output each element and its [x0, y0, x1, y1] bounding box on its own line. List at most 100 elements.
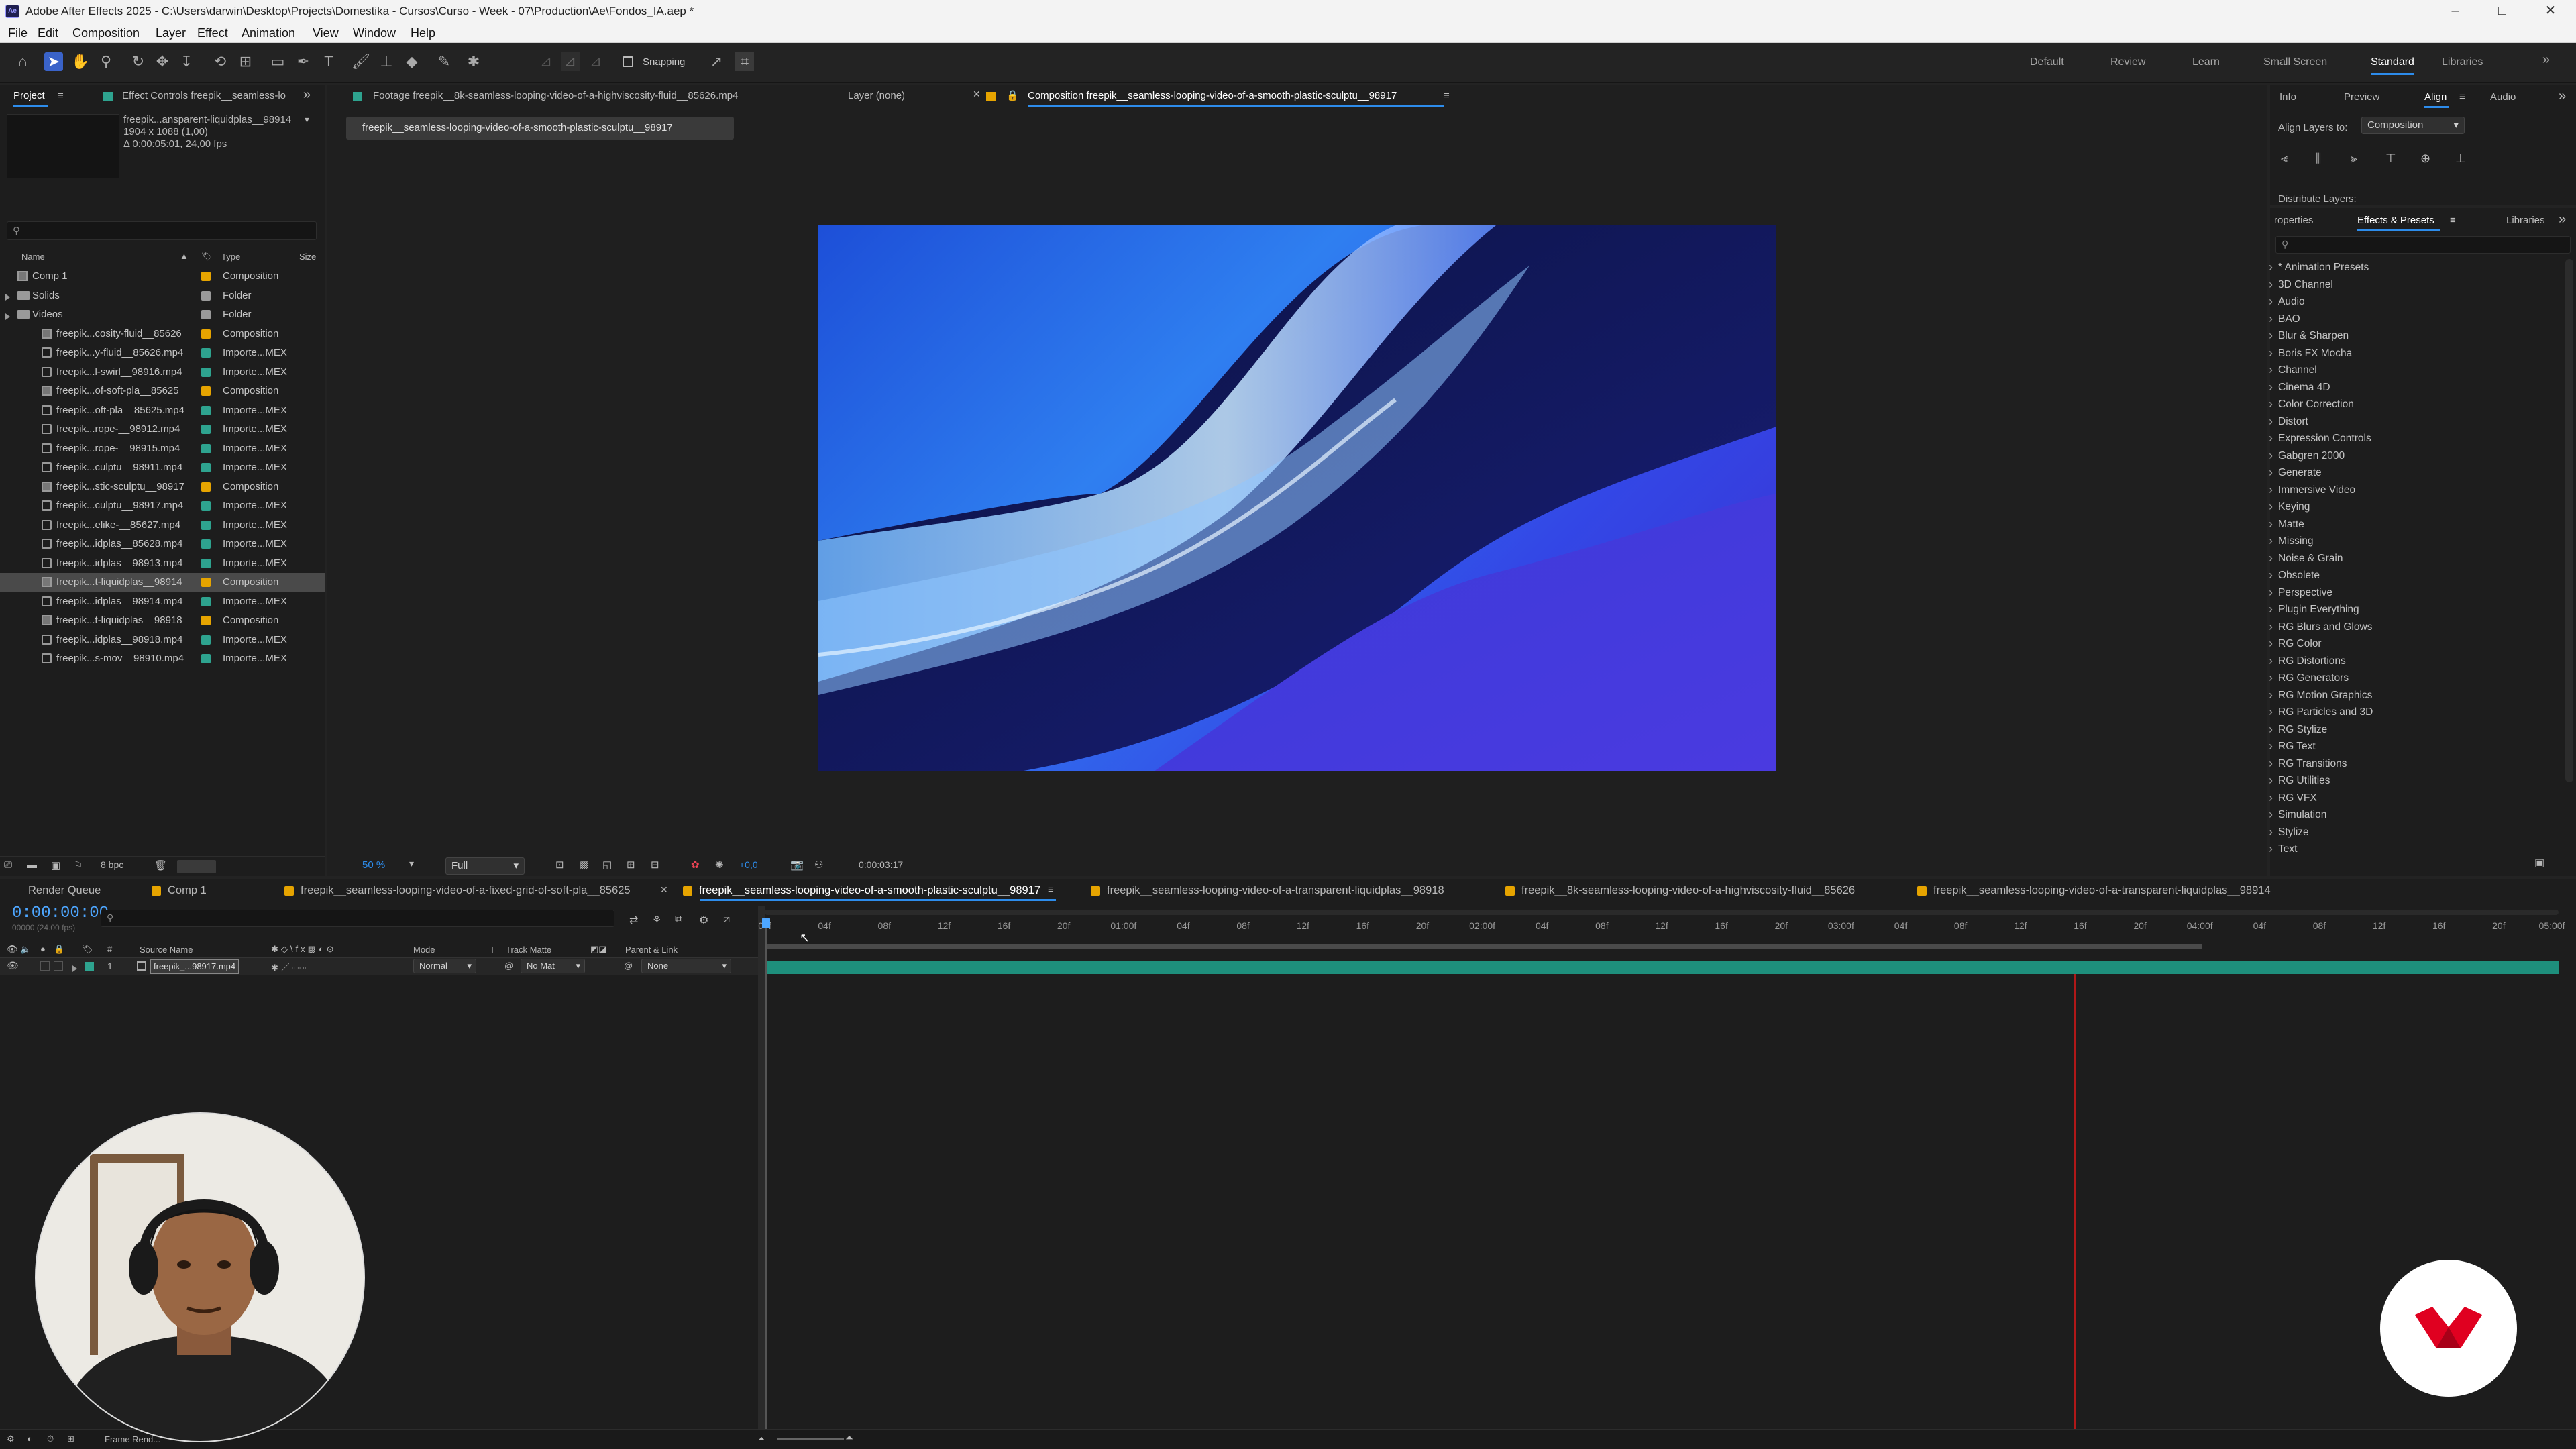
column-type[interactable]: Type	[221, 252, 240, 262]
align-bottom-icon[interactable]: ⊥	[2455, 152, 2466, 166]
effect-category-item[interactable]: Obsolete	[2269, 568, 2320, 582]
exposure-value[interactable]: +0,0	[739, 859, 758, 870]
thumbnail-transparency-toggle[interactable]	[177, 860, 216, 873]
effect-category-item[interactable]: Generate	[2269, 466, 2322, 480]
panel-overflow-icon[interactable]: »	[303, 87, 311, 103]
effect-category-item[interactable]: RG Stylize	[2269, 722, 2327, 737]
track-matte-dropdown[interactable]: No Mat ▾	[521, 959, 585, 973]
project-item[interactable]: freepik...y-fluid__85626.mp4 Importe...ME…	[0, 343, 325, 362]
effect-category-item[interactable]: BAO	[2269, 312, 2300, 326]
workspace-standard[interactable]: Standard	[2371, 56, 2414, 75]
effects-scrollbar[interactable]	[2565, 259, 2573, 782]
label-color-swatch[interactable]	[201, 272, 211, 281]
project-item[interactable]: freepik...s-mov__98910.mp4 Importe...MEX	[0, 649, 325, 668]
tab-properties[interactable]: roperties	[2274, 215, 2313, 226]
label-color-swatch[interactable]	[201, 348, 211, 358]
effect-category-item[interactable]: RG Transitions	[2269, 757, 2347, 771]
label-color-swatch[interactable]	[201, 310, 211, 319]
project-item[interactable]: freepik...idplas__98914.mp4 Importe...MEX	[0, 592, 325, 611]
graph-editor-icon[interactable]: ⧄	[723, 914, 730, 926]
video-switch-icon[interactable]: 👁	[7, 944, 18, 955]
panel-menu-icon[interactable]: ≡	[58, 90, 64, 101]
menu-animation[interactable]: Animation	[241, 26, 295, 40]
lock-checkbox[interactable]	[54, 961, 63, 971]
new-folder-icon[interactable]: ▬	[27, 859, 37, 871]
color-channels-icon[interactable]: ✿	[691, 859, 700, 871]
timeline-search-input[interactable]: ⚲	[101, 910, 614, 927]
label-color-swatch[interactable]	[201, 290, 211, 301]
eye-icon[interactable]: 👁	[7, 960, 19, 971]
effect-category-item[interactable]: Stylize	[2269, 825, 2309, 839]
effect-category-item[interactable]: Keying	[2269, 500, 2310, 514]
timeline-tab[interactable]: freepik__seamless-looping-video-of-a-fix…	[284, 884, 631, 897]
project-item[interactable]: freepik...idplas__98913.mp4 Importe...MEX	[0, 554, 325, 573]
show-snapshot-icon[interactable]: ⚇	[814, 859, 823, 871]
project-item[interactable]: Videos Folder	[0, 305, 325, 324]
close-tab-icon[interactable]: ✕	[973, 89, 981, 100]
current-time-display[interactable]: 0:00:00:00	[12, 904, 109, 922]
tab-effects-presets[interactable]: Effects & Presets	[2357, 215, 2434, 226]
workspace-default[interactable]: Default	[2030, 56, 2064, 68]
workspace-small-screen[interactable]: Small Screen	[2263, 56, 2327, 68]
chevron-down-icon[interactable]: ▾	[305, 114, 309, 125]
tab-audio[interactable]: Audio	[2490, 91, 2516, 103]
minimize-button[interactable]: –	[2435, 2, 2475, 21]
layer-name-field[interactable]: freepik_...98917.mp4	[150, 959, 239, 974]
timeline-zoom-slider[interactable]	[777, 1438, 844, 1440]
tab-align[interactable]: Align	[2424, 91, 2447, 103]
panel-menu-icon[interactable]: ≡	[1444, 90, 1450, 101]
tab-layer[interactable]: Layer (none)	[848, 90, 905, 101]
home-icon[interactable]: ⌂	[13, 52, 32, 71]
time-navigator-bar[interactable]	[765, 910, 2559, 915]
transparency-grid-icon[interactable]: ▩	[580, 859, 589, 871]
menu-file[interactable]: File	[8, 26, 28, 40]
label-color-swatch[interactable]	[201, 501, 211, 511]
effect-category-item[interactable]: RG VFX	[2269, 791, 2317, 805]
project-item[interactable]: freepik...oft-pla__85625.mp4 Importe...ME…	[0, 401, 325, 420]
effect-category-item[interactable]: RG Generators	[2269, 671, 2349, 685]
brush-tool-icon[interactable]: 🖌	[352, 52, 370, 71]
mask-visibility-icon[interactable]: ◱	[602, 859, 612, 871]
effect-category-item[interactable]: Expression Controls	[2269, 431, 2371, 445]
current-time-indicator[interactable]	[765, 919, 767, 1436]
time-ruler[interactable]	[765, 907, 2559, 958]
column-mode[interactable]: Mode	[413, 945, 435, 955]
column-track-matte[interactable]: Track Matte	[506, 945, 551, 955]
hand-tool-icon[interactable]: ✋	[71, 52, 90, 71]
modes-toggle-icon[interactable]: ◐	[27, 1434, 32, 1444]
workspace-overflow-button[interactable]: »	[2542, 52, 2550, 68]
new-composition-icon[interactable]: ▣	[51, 859, 60, 871]
project-item[interactable]: freepik...idplas__98918.mp4 Importe...MEX	[0, 631, 325, 649]
project-item[interactable]: freepik...rope-__98915.mp4 Importe...MEX	[0, 439, 325, 458]
tab-libraries[interactable]: Libraries	[2506, 215, 2545, 226]
audio-switch-icon[interactable]: 🔈	[20, 944, 31, 955]
effect-category-item[interactable]: Immersive Video	[2269, 483, 2355, 497]
effect-category-item[interactable]: Channel	[2269, 363, 2317, 377]
timeline-tab[interactable]: freepik__seamless-looping-video-of-a-tra…	[1917, 884, 2271, 897]
comp-breadcrumb[interactable]: freepik__seamless-looping-video-of-a-smo…	[346, 117, 734, 140]
tab-composition[interactable]: Composition freepik__seamless-looping-vi…	[1028, 90, 1397, 101]
timeline-tab[interactable]: freepik__seamless-looping-video-of-a-tra…	[1091, 884, 1444, 897]
project-item[interactable]: freepik...t-liquidplas__98914 Composition	[0, 573, 325, 592]
menu-window[interactable]: Window	[353, 26, 396, 40]
menu-effect[interactable]: Effect	[197, 26, 228, 40]
axis-local-icon[interactable]: ⊿	[537, 52, 555, 71]
column-preserve-transparency[interactable]: T	[490, 945, 495, 955]
workspace-review[interactable]: Review	[2110, 56, 2145, 68]
expand-arrow-icon[interactable]	[5, 311, 10, 323]
label-color-swatch[interactable]	[201, 367, 211, 377]
layer-label-swatch[interactable]	[85, 962, 94, 971]
shy-layers-icon[interactable]: ⧉	[675, 914, 682, 926]
effect-category-item[interactable]: Distort	[2269, 415, 2308, 429]
effect-category-item[interactable]: RG Text	[2269, 739, 2316, 753]
column-parent-link[interactable]: Parent & Link	[625, 945, 678, 955]
effect-category-item[interactable]: 3D Channel	[2269, 278, 2333, 292]
eraser-tool-icon[interactable]: ◆	[402, 52, 421, 71]
lock-switch-icon[interactable]: 🔒	[54, 944, 64, 955]
align-layers-to-dropdown[interactable]: Composition ▾	[2361, 117, 2465, 134]
zoom-tool-icon[interactable]: ⚲	[97, 52, 115, 71]
parent-pick-whip-icon[interactable]: @	[624, 961, 633, 971]
label-color-swatch[interactable]	[201, 596, 211, 606]
project-item[interactable]: freepik...t-liquidplas__98918 Composition	[0, 611, 325, 630]
roto-brush-tool-icon[interactable]: ✎	[435, 52, 453, 71]
